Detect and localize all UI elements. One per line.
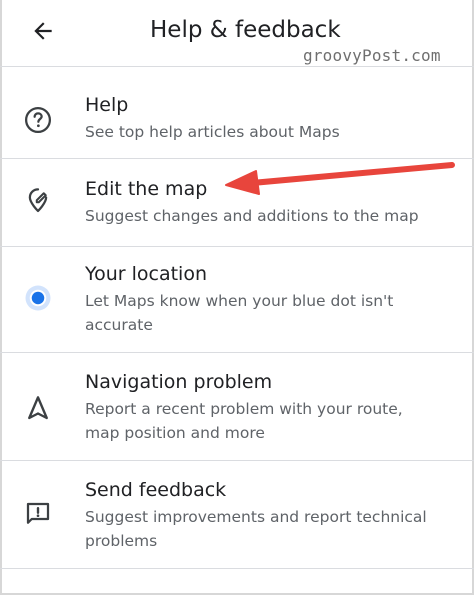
menu-item-label: Send feedback — [85, 479, 227, 501]
menu-item-label: Navigation problem — [85, 371, 273, 393]
menu-item-description: Suggest improvements and report technica… — [85, 508, 427, 550]
feedback-icon — [22, 498, 54, 530]
menu-item-navigation-problem[interactable]: Navigation problem Report a recent probl… — [0, 354, 474, 461]
back-button[interactable] — [26, 14, 60, 48]
page-title: Help & feedback — [150, 17, 341, 43]
watermark: groovyPost.com — [303, 46, 441, 65]
blue-dot-icon — [22, 282, 54, 314]
menu-item-description: Suggest changes and additions to the map — [85, 207, 419, 225]
app-bar: Help & feedback groovyPost.com — [0, 0, 474, 67]
menu-item-send-feedback[interactable]: Send feedback Suggest improvements and r… — [0, 462, 474, 569]
navigation-arrow-icon — [22, 392, 54, 424]
menu-item-description: See top help articles about Maps — [85, 123, 340, 141]
menu-item-label: Your location — [85, 263, 207, 285]
menu-item-edit-the-map[interactable]: Edit the map Suggest changes and additio… — [0, 160, 474, 247]
menu-item-label: Help — [85, 94, 129, 116]
menu-item-description: Report a recent problem with your route,… — [85, 400, 403, 442]
menu-item-help[interactable]: Help See top help articles about Maps — [0, 67, 474, 159]
menu-item-description: Let Maps know when your blue dot isn't a… — [85, 292, 394, 334]
menu-item-your-location[interactable]: Your location Let Maps know when your bl… — [0, 248, 474, 353]
arrow-left-icon — [34, 22, 52, 40]
menu-item-label: Edit the map — [85, 178, 208, 200]
help-circle-icon — [22, 104, 54, 136]
edit-location-icon — [22, 184, 54, 216]
